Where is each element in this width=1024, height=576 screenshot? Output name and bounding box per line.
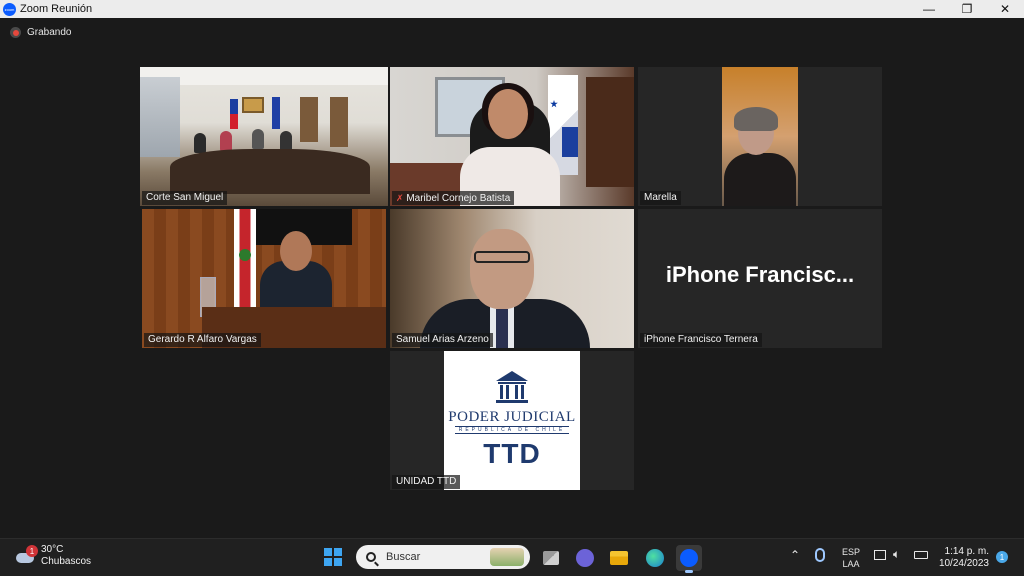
room-window xyxy=(140,77,180,157)
weather-widget[interactable]: 1 30°C Chubascos xyxy=(14,544,91,568)
chile-flag xyxy=(230,99,238,129)
record-icon xyxy=(10,27,21,38)
notification-badge[interactable]: 1 xyxy=(996,551,1008,563)
minimize-button[interactable]: — xyxy=(910,0,948,18)
wall-picture xyxy=(242,97,264,113)
keyboard-layout: LAA xyxy=(842,559,860,569)
window-titlebar: zoom Zoom Reunión — ❐ ✕ xyxy=(0,0,1024,18)
start-tile xyxy=(324,548,332,556)
participant-figure xyxy=(252,129,264,149)
teams-glyph xyxy=(576,549,594,567)
participant-hair xyxy=(734,107,778,131)
window-title: Zoom Reunión xyxy=(20,3,93,15)
video-tile-marella[interactable]: Marella xyxy=(638,67,882,206)
participant-name-text: Maribel Cornejo Batista xyxy=(406,193,511,204)
taskbar-search[interactable]: Buscar xyxy=(356,545,530,569)
microphone-icon[interactable] xyxy=(815,548,825,562)
volume-icon[interactable]: 🔈︎ xyxy=(893,547,900,562)
participant-name: iPhone Francisco Ternera xyxy=(640,333,762,347)
recording-label: Grabando xyxy=(27,27,72,38)
edge-browser-icon[interactable] xyxy=(642,545,668,571)
zoom-taskbar-icon[interactable] xyxy=(676,545,702,573)
clock-time: 1:14 p. m. xyxy=(944,546,989,557)
poder-judicial-logo: PODER JUDICIAL REPUBLICA DE CHILE TTD xyxy=(444,351,580,490)
file-explorer-icon[interactable] xyxy=(606,545,632,571)
video-tile-samuel[interactable]: Samuel Arias Arzeno xyxy=(390,209,634,348)
participant-face xyxy=(470,229,534,309)
institution-flag xyxy=(272,97,280,129)
logo-subtitle: REPUBLICA DE CHILE xyxy=(454,426,570,434)
weather-badge: 1 xyxy=(26,545,38,557)
zoom-glyph xyxy=(680,549,698,567)
battery-icon[interactable] xyxy=(914,551,928,559)
courthouse-icon xyxy=(496,371,528,403)
chevron-up-icon[interactable]: ⌃ xyxy=(790,548,800,562)
folder-glyph xyxy=(610,551,628,565)
start-tile xyxy=(334,558,342,566)
recording-indicator[interactable]: Grabando xyxy=(10,27,71,38)
system-clock[interactable]: 1:14 p. m. 10/24/2023 xyxy=(937,546,989,570)
video-tile-iphone-francisco[interactable]: iPhone Francisc... iPhone Francisco Tern… xyxy=(638,209,882,348)
logo-title: PODER JUDICIAL xyxy=(448,409,576,425)
window-controls: — ❐ ✕ xyxy=(910,0,1024,18)
participant-video xyxy=(722,67,798,206)
close-button[interactable]: ✕ xyxy=(986,0,1024,18)
search-placeholder: Buscar xyxy=(386,551,421,563)
participant-glasses xyxy=(474,251,530,263)
logo-acronym: TTD xyxy=(483,438,541,469)
weather-cloud-icon: 1 xyxy=(14,545,38,565)
participant-name: ✗ Maribel Cornejo Batista xyxy=(392,191,515,205)
conference-table xyxy=(170,149,370,194)
windows-start-icon[interactable] xyxy=(324,548,342,566)
participant-face xyxy=(488,89,528,139)
room-door xyxy=(330,97,348,147)
network-icon[interactable] xyxy=(874,550,886,560)
participant-name: UNIDAD TTD xyxy=(392,475,461,489)
search-highlight-image xyxy=(490,548,524,566)
video-tile-unidad-ttd[interactable]: PODER JUDICIAL REPUBLICA DE CHILE TTD UN… xyxy=(390,351,634,490)
task-view-icon[interactable] xyxy=(538,545,564,571)
office-cabinet xyxy=(586,77,634,187)
language-code: ESP xyxy=(842,547,861,557)
participant-name: Marella xyxy=(640,191,681,205)
start-tile xyxy=(334,548,342,556)
weather-temp: 30°C xyxy=(41,544,64,555)
participant-display-name: iPhone Francisc... xyxy=(665,262,855,287)
participant-body xyxy=(724,153,796,206)
search-icon xyxy=(366,552,376,562)
language-indicator[interactable]: ESP LAA xyxy=(842,546,860,570)
video-tile-corte-san-miguel[interactable]: Corte San Miguel xyxy=(140,67,388,206)
weather-text: 30°C Chubascos xyxy=(41,544,91,568)
participant-tie xyxy=(496,309,508,348)
restore-button[interactable]: ❐ xyxy=(948,0,986,18)
clock-date: 10/24/2023 xyxy=(938,558,989,569)
participant-name: Samuel Arias Arzeno xyxy=(392,333,493,347)
zoom-app-icon: zoom xyxy=(3,2,16,16)
start-tile xyxy=(324,558,332,566)
participant-face xyxy=(280,231,312,271)
windows-taskbar: 1 30°C Chubascos Buscar ⌃ ESP LAA 🔈︎ 1:1… xyxy=(0,538,1024,576)
participant-name: Corte San Miguel xyxy=(142,191,228,205)
teams-chat-icon[interactable] xyxy=(572,545,598,571)
participant-figure xyxy=(280,131,292,151)
room-door xyxy=(300,97,318,142)
participant-figure xyxy=(220,131,232,151)
video-tile-gerardo[interactable]: Gerardo R Alfaro Vargas xyxy=(142,209,386,348)
video-tile-maribel[interactable]: ✗ Maribel Cornejo Batista xyxy=(390,67,634,206)
edge-glyph xyxy=(646,549,664,567)
meeting-stage: Grabando Corte San Miguel ✗ Maribel Corn… xyxy=(0,18,1024,538)
task-view-glyph xyxy=(543,551,559,565)
participant-figure xyxy=(194,133,206,153)
weather-desc: Chubascos xyxy=(41,556,92,567)
participant-name: Gerardo R Alfaro Vargas xyxy=(144,333,261,347)
mic-muted-icon: ✗ xyxy=(396,193,404,203)
